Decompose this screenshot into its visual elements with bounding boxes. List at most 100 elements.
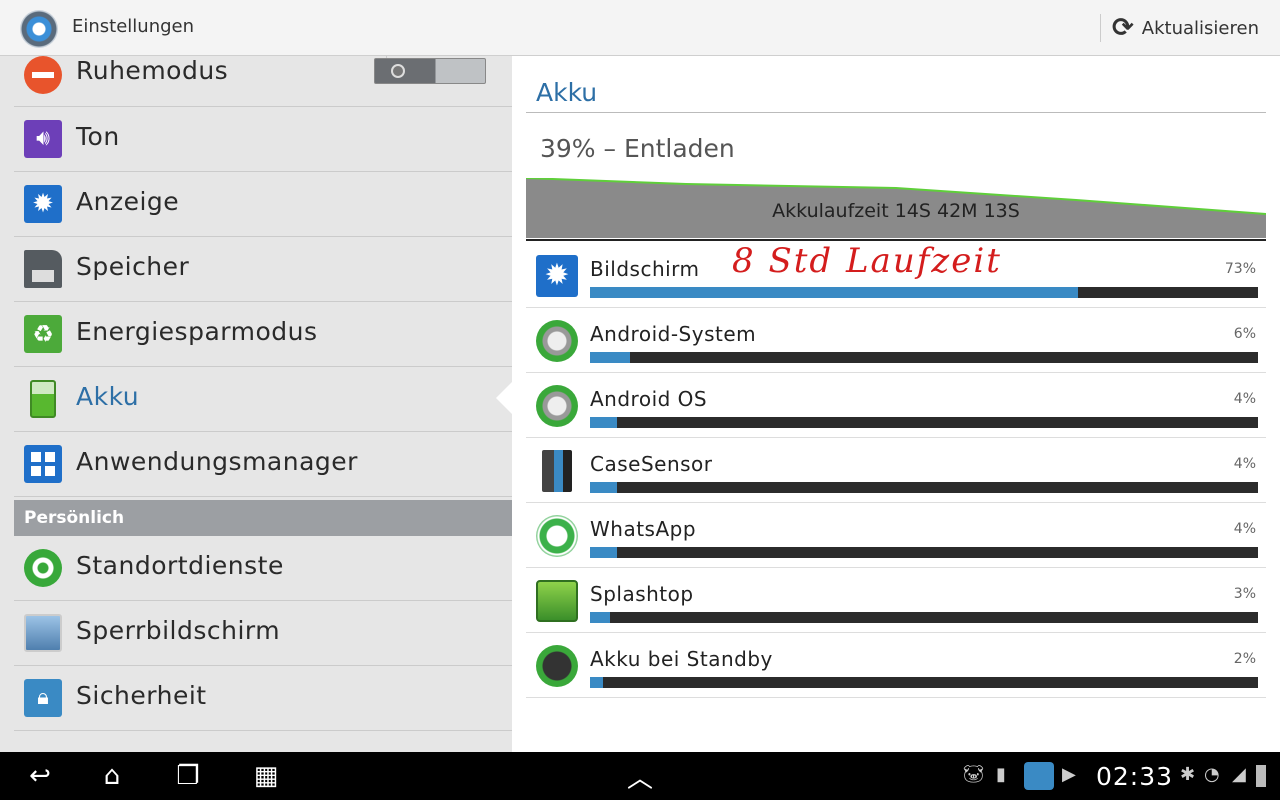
battery-icon [30,380,56,418]
sidebar-item-sicherheit[interactable]: 🔒︎ Sicherheit [14,666,512,731]
usage-bar-fill [590,547,617,558]
back-button[interactable]: ↩ [20,760,60,792]
sidebar-item-label: Speicher [76,252,190,281]
battery-runtime-label: Akkulaufzeit 14S 42M 13S [772,200,1020,222]
usage-bar [590,612,1258,623]
usage-bar-fill [590,417,617,428]
app-name: CaseSensor [590,452,713,476]
home-button[interactable]: ⌂ [92,760,132,792]
home-icon: ⌂ [103,761,121,791]
apps-grid-icon [24,445,62,483]
usage-percent: 4% [1233,391,1256,407]
settings-sidebar[interactable]: Ruhemodus 🔊︎ Ton ✹ Anzeige Speicher ♻ En… [0,56,512,752]
usage-bar [590,417,1258,428]
whatsapp-icon: ✆ [536,515,578,557]
signal-icon: ◢ [1232,764,1246,785]
app-title: Einstellungen [72,16,195,37]
sidebar-item-anzeige[interactable]: ✹ Anzeige [14,172,512,237]
usage-bar-fill [590,482,617,493]
usage-bar [590,482,1258,493]
usage-row[interactable]: Splashtop 3% [526,568,1266,633]
usage-row[interactable]: Android-System 6% [526,308,1266,373]
expand-button[interactable]: ︿ [620,760,660,794]
sidebar-item-label: Anwendungsmanager [76,447,358,476]
handwritten-annotation: 8 Std Laufzeit [732,241,1002,281]
lock-screen-icon [24,614,62,652]
usage-bar-fill [590,352,631,363]
page-title: Akku [536,78,598,107]
usage-bar [590,677,1258,688]
sidebar-item-standortdienste[interactable]: Standortdienste [14,536,512,601]
bluetooth-icon: ✱ [1180,764,1196,785]
settings-gear-icon[interactable] [20,10,58,48]
usage-bar [590,352,1258,363]
usage-bar-fill [590,287,1078,298]
back-arrow-icon: ↩ [29,761,51,791]
notification-icon[interactable]: 🐷︎ [962,764,985,785]
sidebar-item-label: Sicherheit [76,681,207,710]
usage-percent: 3% [1233,586,1256,602]
ruhemodus-toggle[interactable] [374,58,486,84]
sidebar-item-ruhemodus[interactable]: Ruhemodus [14,56,512,107]
app-name: Android-System [590,322,757,346]
action-bar: Einstellungen ⟳ Aktualisieren [0,0,1280,56]
brightness-icon: ✹ [24,185,62,223]
sidebar-item-sperrbildschirm[interactable]: Sperrbildschirm [14,601,512,666]
usage-bar [590,287,1258,298]
speaker-icon: 🔊︎ [24,120,62,158]
refresh-button[interactable]: ⟳ Aktualisieren [1112,12,1259,44]
refresh-label: Aktualisieren [1141,17,1259,39]
selection-pointer [496,382,512,414]
sidebar-item-akku[interactable]: Akku [14,367,512,432]
media-play-icon[interactable]: ▶ [1062,764,1076,785]
toggle-knob [391,64,405,78]
clock[interactable]: 02:33 [1096,762,1173,791]
recycle-icon: ♻ [24,315,62,353]
app-name: Splashtop [590,582,694,606]
sidebar-item-label: Akku [76,382,140,411]
system-navigation-bar: ↩ ⌂ ❐ ▦ ︿ 🐷︎ ▮ ▶ 02:33 ✱ ◔ ◢ [0,752,1280,800]
battery-status-icon [1256,765,1266,787]
usage-row[interactable]: CaseSensor 4% [526,438,1266,503]
usage-percent: 73% [1224,261,1256,277]
case-sensor-icon [542,450,572,492]
location-icon [24,549,62,587]
usage-row[interactable]: ✆ WhatsApp 4% [526,503,1266,568]
sidebar-item-label: Anzeige [76,187,180,216]
sidebar-item-energiesparmodus[interactable]: ♻ Energiesparmodus [14,302,512,367]
usage-percent: 4% [1233,521,1256,537]
wifi-icon: ◔ [1204,764,1220,785]
recent-apps-button[interactable]: ❐ [168,760,208,792]
usage-percent: 4% [1233,456,1256,472]
app-name: Android OS [590,387,708,411]
splashtop-icon [536,580,578,622]
usage-row[interactable]: Akku bei Standby 2% [526,633,1266,698]
usage-bar-fill [590,612,611,623]
refresh-icon: ⟳ [1112,13,1134,43]
sidebar-item-label: Sperrbildschirm [76,616,281,645]
section-header: Persönlich [14,500,512,536]
app-name: Akku bei Standby [590,647,773,671]
battery-detail-panel: Akku 39% – Entladen Akkulaufzeit 14S 42M… [512,56,1280,752]
usage-percent: 2% [1233,651,1256,667]
notification-icon[interactable]: ▮ [996,764,1006,785]
usage-row[interactable]: Android OS 4% [526,373,1266,438]
sd-card-icon [24,250,62,288]
chevron-up-icon: ︿ [626,763,653,794]
notification-app-icon[interactable] [1024,762,1054,790]
app-name: Bildschirm [590,257,700,281]
sidebar-item-ton[interactable]: 🔊︎ Ton [14,107,512,172]
app-name: WhatsApp [590,517,697,541]
app-drawer-button[interactable]: ▦ [246,760,286,792]
recent-apps-icon: ❐ [176,761,200,791]
sidebar-item-speicher[interactable]: Speicher [14,237,512,302]
sidebar-item-anwendungsmanager[interactable]: Anwendungsmanager [14,432,512,497]
sidebar-item-label: Standortdienste [76,551,284,580]
sidebar-item-label: Energiesparmodus [76,317,318,346]
brightness-icon: ✹ [536,255,578,297]
usage-percent: 6% [1233,326,1256,342]
sidebar-item-label: Ton [76,122,120,151]
battery-status: 39% – Entladen [540,134,735,163]
usage-bar [590,547,1258,558]
no-entry-icon [24,56,62,94]
